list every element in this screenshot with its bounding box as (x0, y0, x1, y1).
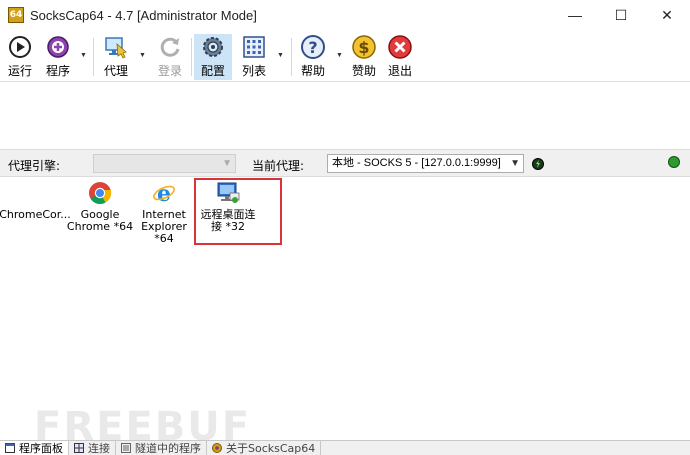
tab-label: 隧道中的程序 (135, 442, 201, 455)
proxy-label: 代理 (103, 64, 128, 78)
play-icon (7, 34, 33, 60)
program-panel: FREEBUF ChromeCor... Google Chrome *64 e… (0, 178, 690, 450)
refresh-icon (157, 34, 183, 60)
chevron-down-icon: ▼ (510, 158, 520, 169)
internet-explorer-icon: e (151, 180, 177, 206)
config-button[interactable]: 配置 (194, 34, 232, 80)
gear-icon (200, 34, 226, 60)
tab-label: 程序面板 (19, 442, 63, 455)
current-proxy-select[interactable]: 本地 - SOCKS 5 - [127.0.0.1:9999] ▼ (327, 154, 524, 173)
app-logo-icon (212, 443, 222, 453)
maximize-button[interactable]: ☐ (598, 0, 644, 30)
donate-button[interactable]: $ 赞助 (348, 34, 380, 80)
list-icon (121, 443, 131, 453)
blank-panel (0, 83, 690, 149)
selection-highlight (194, 178, 282, 245)
toolbar-separator (191, 38, 192, 76)
title-bar: 64 SocksCap64 - 4.7 [Administrator Mode]… (0, 0, 690, 30)
programs-label: 程序 (45, 64, 70, 78)
toolbar-separator (291, 38, 292, 76)
engine-label: 代理引擎: (8, 159, 61, 173)
window-title: SocksCap64 - 4.7 [Administrator Mode] (30, 7, 257, 23)
close-button[interactable]: ✕ (644, 0, 690, 30)
help-button[interactable]: ? 帮助 (297, 34, 329, 80)
svg-text:$: $ (358, 38, 369, 57)
tab-bar: 程序面板 连接 隧道中的程序 关于SocksCap64 (0, 440, 690, 455)
help-label: 帮助 (300, 64, 325, 78)
proxy-icon (103, 34, 129, 60)
add-program-icon (45, 34, 71, 60)
exit-label: 退出 (387, 64, 412, 78)
proxy-button[interactable]: 代理 (100, 34, 132, 80)
tab-about[interactable]: 关于SocksCap64 (207, 441, 322, 455)
current-proxy-label: 当前代理: (252, 159, 305, 173)
program-item[interactable]: e Internet Explorer *64 (130, 180, 198, 245)
proxy-bar: 代理引擎: ▼ 当前代理: 本地 - SOCKS 5 - [127.0.0.1:… (0, 149, 690, 177)
program-label: Google Chrome *64 (66, 208, 134, 233)
program-item[interactable]: ChromeCor... (0, 206, 71, 221)
current-proxy-value: 本地 - SOCKS 5 - [127.0.0.1:9999] (332, 157, 501, 169)
dollar-coin-icon: $ (351, 34, 377, 60)
chrome-icon (87, 180, 113, 206)
grid-icon (74, 443, 84, 453)
programs-button[interactable]: 程序 (42, 34, 74, 80)
donate-label: 赞助 (351, 64, 376, 78)
chevron-down-icon: ▼ (222, 158, 232, 169)
run-button[interactable]: 运行 (4, 34, 36, 80)
app-icon: 64 (8, 7, 24, 23)
program-label: Internet Explorer *64 (141, 208, 187, 245)
exit-button[interactable]: 退出 (384, 34, 416, 80)
config-label: 配置 (200, 64, 225, 78)
login-label: 登录 (157, 64, 182, 78)
programs-dropdown-icon[interactable]: ▼ (80, 52, 87, 59)
program-label: ChromeCor... (0, 208, 71, 221)
connection-status-icon (668, 156, 680, 168)
tab-label: 关于SocksCap64 (226, 442, 316, 455)
proxy-test-icon[interactable] (532, 158, 544, 170)
svg-text:e: e (157, 181, 171, 205)
proxy-dropdown-icon[interactable]: ▼ (139, 52, 146, 59)
minimize-button[interactable]: — (552, 0, 598, 30)
exit-icon (387, 34, 413, 60)
tab-tunneled-programs[interactable]: 隧道中的程序 (116, 441, 207, 455)
help-dropdown-icon[interactable]: ▼ (336, 52, 343, 59)
program-item[interactable]: Google Chrome *64 (66, 180, 134, 233)
grid-icon (241, 34, 267, 60)
toolbar-separator (93, 38, 94, 76)
tab-label: 连接 (88, 442, 110, 455)
tab-program-panel[interactable]: 程序面板 (0, 441, 69, 455)
svg-text:?: ? (308, 38, 317, 57)
run-label: 运行 (7, 64, 32, 78)
window-icon (5, 443, 15, 453)
list-dropdown-icon[interactable]: ▼ (277, 52, 284, 59)
window-controls: — ☐ ✕ (552, 0, 690, 30)
login-button: 登录 (154, 34, 186, 80)
tab-connections[interactable]: 连接 (69, 441, 116, 455)
list-label: 列表 (241, 64, 266, 78)
list-button[interactable]: 列表 (238, 34, 270, 80)
help-icon: ? (300, 34, 326, 60)
engine-select: ▼ (93, 154, 236, 173)
toolbar: 运行 程序 ▼ 代理 ▼ 登录 配置 列表 ▼ ? 帮助 ▼ $ 赞助 退出 (0, 30, 690, 82)
